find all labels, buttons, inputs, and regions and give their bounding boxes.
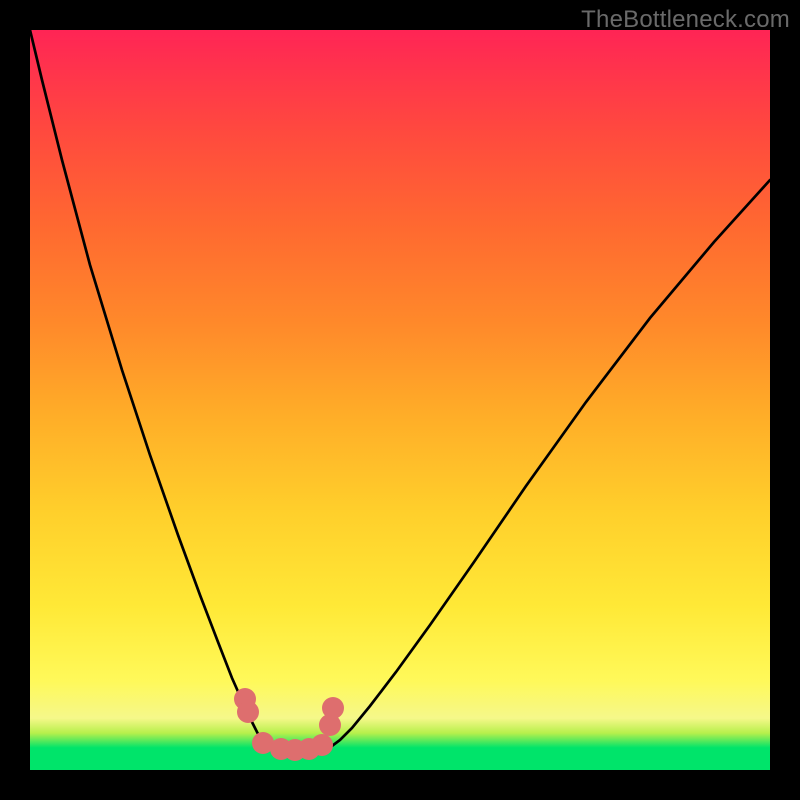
right-curve <box>326 180 770 749</box>
curve-group <box>30 30 770 751</box>
marker-point <box>237 701 259 723</box>
marker-group <box>234 688 344 761</box>
watermark-text: TheBottleneck.com <box>581 6 790 34</box>
chart-frame: TheBottleneck.com <box>0 0 800 800</box>
curve-layer <box>30 30 770 770</box>
plot-area <box>30 30 770 770</box>
marker-point <box>322 697 344 719</box>
left-curve <box>30 30 276 749</box>
marker-point <box>311 734 333 756</box>
